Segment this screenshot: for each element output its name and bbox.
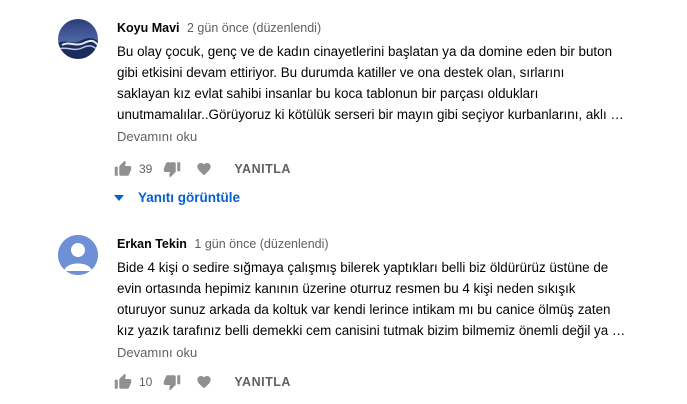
read-more-link[interactable]: Devamını oku (117, 129, 197, 144)
dislike-icon[interactable] (162, 372, 182, 392)
read-more-link[interactable]: Devamını oku (117, 345, 197, 360)
comment-actions: 39 YANITLA (113, 157, 291, 181)
comment-line: evin ortasında hepimiz kanının üzerine o… (117, 281, 576, 296)
comment-timestamp[interactable]: 1 gün önce (düzenlendi) (194, 237, 328, 251)
view-replies-button[interactable]: Yanıtı görüntüle (114, 190, 240, 205)
reply-button[interactable]: YANITLA (234, 162, 291, 176)
heart-icon[interactable] (194, 159, 214, 179)
comment-text: Bide 4 kişi o sedire sığmaya çalışmış bi… (117, 257, 657, 341)
avatar[interactable] (58, 235, 98, 275)
author-name[interactable]: Koyu Mavi (117, 21, 180, 35)
comment-item: Erkan Tekin 1 gün önce (düzenlendi) Bide… (0, 220, 687, 404)
like-count: 39 (139, 162, 153, 176)
comment-header: Erkan Tekin 1 gün önce (düzenlendi) (117, 237, 329, 251)
comment-header: Koyu Mavi 2 gün önce (düzenlendi) (117, 21, 321, 35)
comment-line: Bu olay çocuk, genç ve de kadın cinayetl… (117, 44, 613, 59)
comment-line: unutmamalılar..Görüyoruz ki kötülük sers… (117, 107, 624, 122)
reply-button[interactable]: YANITLA (234, 375, 291, 389)
comment-line: Bide 4 kişi o sedire sığmaya çalışmış bi… (117, 260, 609, 275)
comment-actions: 10 YANITLA (113, 370, 291, 394)
comment-timestamp[interactable]: 2 gün önce (düzenlendi) (187, 21, 321, 35)
like-icon[interactable] (113, 159, 133, 179)
view-replies-label: Yanıtı görüntüle (138, 190, 241, 205)
heart-icon[interactable] (194, 372, 214, 392)
comment-item: Koyu Mavi 2 gün önce (düzenlendi) Bu ola… (0, 0, 687, 220)
dislike-icon[interactable] (162, 159, 182, 179)
avatar[interactable] (58, 19, 98, 59)
chevron-down-icon (114, 194, 124, 202)
comment-line: oturuyor sunuz arkada da koltuk var kend… (117, 302, 611, 317)
comment-line: gibi etkisini devam ettiriyor. Bu durumd… (117, 65, 565, 80)
comment-line: kız yazık tarafınız belli demekki cem ca… (117, 323, 626, 338)
like-icon[interactable] (113, 372, 133, 392)
comment-line: saklayan kız evlat sahibi insanlar bu ko… (117, 86, 539, 101)
like-count: 10 (139, 375, 153, 389)
comment-text: Bu olay çocuk, genç ve de kadın cinayetl… (117, 41, 657, 125)
author-name[interactable]: Erkan Tekin (117, 237, 187, 251)
